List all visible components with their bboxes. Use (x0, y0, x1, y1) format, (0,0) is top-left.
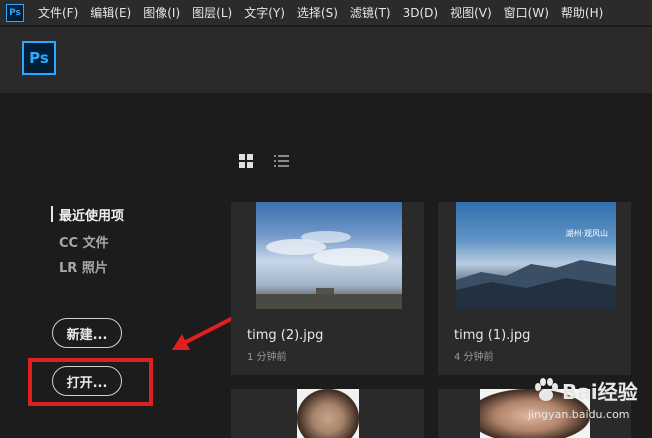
menu-filter[interactable]: 滤镜(T) (350, 4, 391, 21)
menu-file[interactable]: 文件(F) (38, 4, 78, 21)
recent-file-card[interactable]: 湖州·观风山 timg (1).jpg 4 分钟前 (438, 202, 631, 375)
file-name: timg (2).jpg (247, 328, 324, 343)
file-thumbnail (256, 202, 402, 309)
nav-item-recent[interactable]: 最近使用项 (59, 205, 124, 224)
recent-file-card[interactable] (231, 389, 424, 438)
menu-help[interactable]: 帮助(H) (561, 4, 603, 21)
menu-3d[interactable]: 3D(D) (403, 6, 438, 20)
annotation-highlight-box (28, 358, 153, 406)
thumbnail-caption: 湖州·观风山 (565, 229, 608, 238)
menu-window[interactable]: 窗口(W) (504, 4, 549, 21)
file-thumbnail (297, 389, 359, 438)
file-modified-time: 1 分钟前 (247, 352, 287, 363)
start-header: Ps (0, 27, 652, 93)
menu-type[interactable]: 文字(Y) (244, 4, 285, 21)
new-button[interactable]: 新建... (52, 318, 122, 348)
nav-active-indicator (51, 206, 53, 222)
paw-logo-icon (535, 378, 558, 401)
menu-view[interactable]: 视图(V) (450, 4, 492, 21)
menu-image[interactable]: 图像(I) (143, 4, 180, 21)
nav-item-lr-photos[interactable]: LR 照片 (59, 257, 108, 276)
file-modified-time: 4 分钟前 (454, 352, 494, 363)
baidu-jingyan-watermark: Bai经验 jingyan.baidu.com (520, 372, 648, 432)
file-thumbnail: 湖州·观风山 (456, 202, 616, 309)
menu-layer[interactable]: 图层(L) (192, 4, 232, 21)
file-name: timg (1).jpg (454, 328, 531, 343)
annotation-arrow-icon (172, 316, 235, 350)
nav-item-cc-files[interactable]: CC 文件 (59, 232, 109, 251)
photoshop-mini-logo[interactable]: Ps (6, 3, 24, 22)
list-view-icon[interactable] (274, 155, 289, 168)
menu-select[interactable]: 选择(S) (297, 4, 338, 21)
photoshop-logo: Ps (22, 41, 56, 75)
grid-view-icon[interactable] (239, 154, 253, 168)
menu-edit[interactable]: 编辑(E) (90, 4, 131, 21)
watermark-brand: Bai经验 (562, 380, 638, 404)
menu-bar: Ps 文件(F) 编辑(E) 图像(I) 图层(L) 文字(Y) 选择(S) 滤… (0, 0, 652, 26)
recent-file-card[interactable]: timg (2).jpg 1 分钟前 (231, 202, 424, 375)
watermark-url: jingyan.baidu.com (528, 408, 630, 421)
